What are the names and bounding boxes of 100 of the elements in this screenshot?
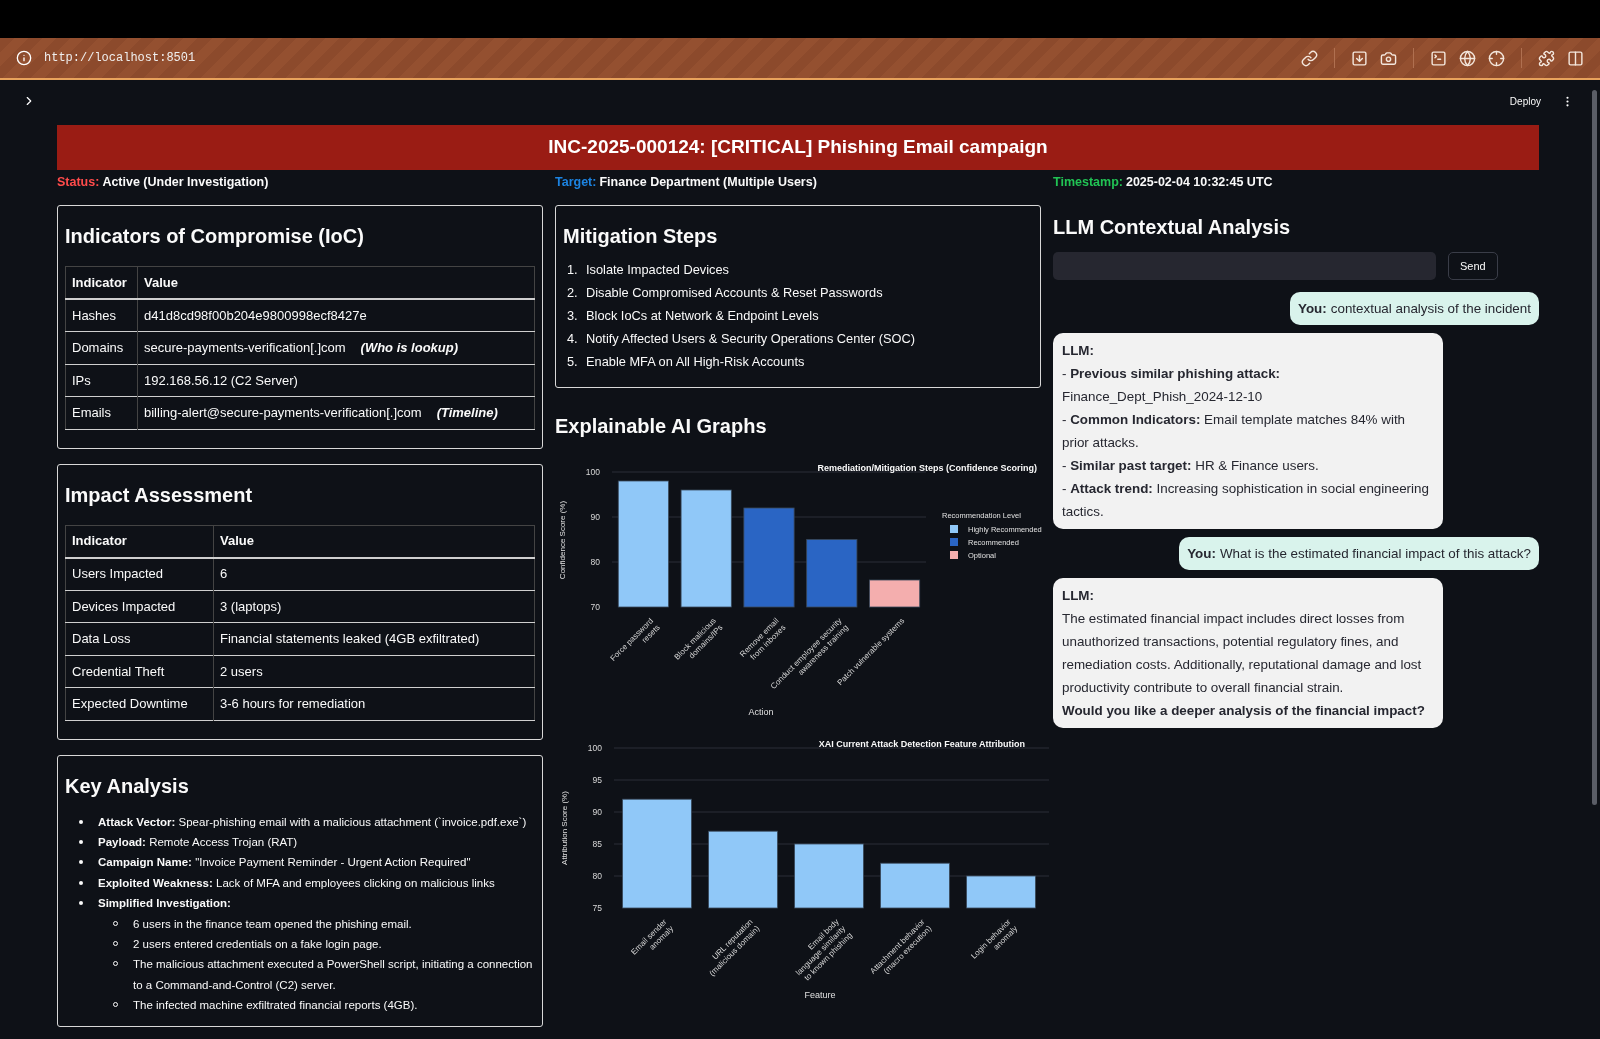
link-icon[interactable] <box>1301 49 1318 67</box>
bullet <box>79 839 83 844</box>
info-icon[interactable] <box>16 50 32 66</box>
table-cell: 3-6 hours for remediation <box>220 696 366 711</box>
message-text: - Attack trend: Increasing sophistication in social engineering tactics. <box>1062 480 1430 521</box>
analysis-subitem: 2 users entered credentials on a fake login page. <box>133 936 382 952</box>
section-title: LLM Contextual Analysis <box>1053 215 1292 240</box>
terminal-icon[interactable] <box>1430 49 1447 67</box>
card-title: Key Analysis <box>65 773 190 799</box>
card-title: Impact Assessment <box>65 482 254 508</box>
banner-title: INC-2025-000124: [CRITICAL] Phishing Email campaign <box>548 135 1048 160</box>
axis-label: Feature <box>804 990 836 1000</box>
status-label: Target: <box>555 173 597 191</box>
bar <box>869 579 921 608</box>
bar <box>966 875 1036 909</box>
bullet <box>79 901 83 906</box>
chat-input[interactable] <box>1053 252 1436 280</box>
step-text: Notify Affected Users & Security Operations Center (SOC) <box>586 330 916 348</box>
table-cell: Devices Impacted <box>65 590 214 623</box>
deploy-button[interactable]: Deploy <box>1509 93 1541 109</box>
card-title: Mitigation Steps <box>563 224 719 249</box>
step-number: 5. <box>567 353 579 371</box>
table-cell: IPs <box>65 364 138 397</box>
table-cell: secure-payments-verification[.]com <box>144 340 346 355</box>
table-cell: 2 users <box>220 663 263 679</box>
download-icon[interactable] <box>1351 49 1368 67</box>
sender-label: LLM: <box>1062 342 1095 360</box>
axis-tick: 100 <box>587 743 602 753</box>
table-cell: Hashes <box>65 299 138 332</box>
crosshair-icon[interactable] <box>1488 49 1505 67</box>
axis-tick: 90 <box>592 807 602 817</box>
analysis-item: Payload: Remote Access Trojan (RAT) <box>98 834 298 850</box>
puzzle-icon[interactable] <box>1538 49 1555 67</box>
step-number: 3. <box>567 307 579 325</box>
note-text: (Who is lookup) <box>360 340 459 355</box>
message-text: - Similar past target: HR & Finance users. <box>1062 457 1320 475</box>
section-title: Explainable AI Graphs <box>555 414 768 439</box>
table-cell: Users Impacted <box>65 557 214 590</box>
table-cell: d41d8cd98f00b204e9800998ecf8427e <box>144 307 367 323</box>
axis-tick: 75 <box>592 903 602 913</box>
message-text: - Previous similar phishing attack: Finance_Dept_Phish_2024-12-10 <box>1062 365 1282 406</box>
message-text: contextual analysis of the incident <box>1330 301 1531 316</box>
analysis-item: Simplified Investigation: <box>98 896 231 912</box>
camera-icon[interactable] <box>1380 49 1397 67</box>
chart-title: XAI Current Attack Detection Feature Attribution <box>818 739 1025 749</box>
table-cell: Expected Downtime <box>65 687 214 720</box>
step-text: Enable MFA on All High-Risk Accounts <box>586 353 805 371</box>
axis-tick: 85 <box>592 839 602 849</box>
table-cell: Credential Theft <box>65 655 214 688</box>
column-header: Indicator <box>65 266 138 299</box>
message-text: What is the estimated financial impact of this attack? <box>1219 546 1531 561</box>
axis-label: Confidence Score (%) <box>558 500 567 580</box>
bar <box>880 862 950 909</box>
sender-label: You: <box>1187 546 1216 561</box>
status-value: 2025-02-04 10:32:45 UTC <box>1125 173 1273 191</box>
step-number: 2. <box>567 284 579 302</box>
step-text: Isolate Impacted Devices <box>586 261 729 279</box>
column-header: Indicator <box>65 525 214 558</box>
column-header: Value <box>137 266 535 299</box>
column-header: Value <box>213 525 535 558</box>
message-text: The estimated financial impact includes direct losses from unauthorized transactions, potential regulatory fines, and remediation costs. Additionally, reputational damage and lost productivity contribute to overall financial strain. <box>1062 610 1423 697</box>
analysis-item: Campaign Name: "Invoice Payment Reminder - Urgent Action Required" <box>98 855 471 871</box>
chart-title: Remediation/Mitigation Steps (Confidence Scoring) <box>817 463 1037 473</box>
table-cell: Data Loss <box>65 622 214 655</box>
analysis-item: Attack Vector: Spear-phishing email with a malicious attachment (`invoice.pdf.exe`) <box>98 814 527 830</box>
message-text: - Common Indicators: Email template matches 84% with prior attacks. <box>1062 411 1407 452</box>
sender-label: You: <box>1298 301 1327 316</box>
bar <box>794 843 864 909</box>
status-label: Timestamp: <box>1053 173 1123 191</box>
split-view-icon[interactable] <box>1567 49 1584 67</box>
url-text[interactable]: http://localhost:8501 <box>44 49 196 67</box>
analysis-subitem: The malicious attachment executed a PowerShell script, initiating a connection to a Command-and-Control (C2) server. <box>133 957 534 993</box>
table-cell: 6 <box>220 566 228 582</box>
table-cell: 3 (laptops) <box>220 598 282 614</box>
step-number: 4. <box>567 330 579 348</box>
analysis-subitem: The infected machine exfiltrated financial reports (4GB). <box>133 998 418 1014</box>
send-button[interactable]: Send <box>1448 252 1498 280</box>
sender-label: LLM: <box>1062 587 1095 605</box>
scrollbar[interactable] <box>1592 90 1597 805</box>
bullet <box>79 880 83 885</box>
axis-label: Attribution Score (%) <box>560 791 569 865</box>
table-cell: Domains <box>65 331 138 364</box>
axis-label: Action <box>748 707 774 717</box>
table-cell: Financial statements leaked (4GB exfiltrated) <box>220 631 480 646</box>
step-number: 1. <box>567 261 579 279</box>
table-cell: billing-alert@secure-payments-verification[.]com <box>144 405 422 420</box>
status-value: Finance Department (Multiple Users) <box>599 173 817 191</box>
axis-tick: 80 <box>590 557 600 567</box>
bullet <box>79 860 83 865</box>
step-text: Block IoCs at Network & Endpoint Levels <box>586 307 819 325</box>
step-text: Disable Compromised Accounts & Reset Passwords <box>586 284 883 302</box>
globe-icon[interactable] <box>1459 49 1476 67</box>
table-cell: Emails <box>65 396 138 429</box>
axis-tick: 80 <box>592 871 602 881</box>
status-value: Active (Under Investigation) <box>102 173 269 191</box>
status-label: Status: <box>57 173 100 191</box>
message-text: Would you like a deeper analysis of the financial impact? <box>1062 702 1426 720</box>
table-cell: 192.168.56.12 (C2 Server) <box>144 372 298 388</box>
axis-tick: 90 <box>590 512 600 522</box>
axis-tick: 100 <box>585 467 600 477</box>
